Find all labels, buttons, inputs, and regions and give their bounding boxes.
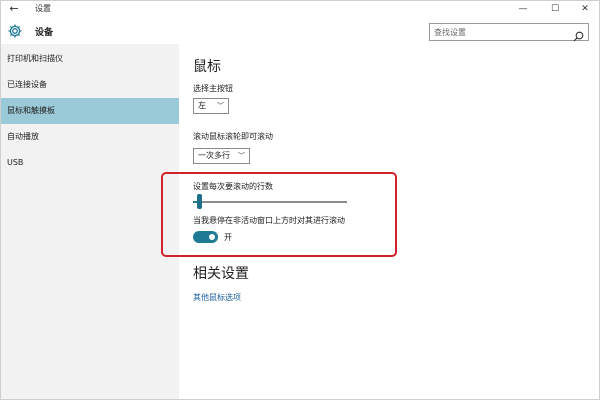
window-title: 设置 — [35, 4, 51, 13]
primary-button-value: 左 — [198, 101, 206, 110]
scroll-mode-label: 滚动鼠标滚轮即可滚动 — [193, 132, 273, 141]
minimize-button[interactable]: — — [509, 1, 537, 17]
gear-icon — [7, 23, 23, 39]
chevron-down-icon: ﹀ — [217, 102, 224, 110]
search-box[interactable] — [429, 23, 589, 42]
sidebar-item-printers[interactable]: 打印机和扫描仪 — [1, 46, 179, 72]
other-mouse-options-link[interactable]: 其他鼠标选项 — [193, 292, 241, 303]
inactive-scroll-state: 开 — [224, 233, 232, 242]
title-bar: ← 设置 — ☐ ✕ — [1, 1, 599, 17]
scroll-lines-slider-track[interactable] — [193, 201, 347, 203]
close-button[interactable]: ✕ — [571, 1, 599, 17]
search-icon[interactable] — [573, 27, 584, 42]
maximize-button[interactable]: ☐ — [541, 1, 569, 17]
back-arrow-icon[interactable]: ← — [7, 2, 21, 16]
page-title: 鼠标 — [193, 59, 221, 75]
scroll-lines-slider-thumb[interactable] — [197, 194, 203, 209]
sidebar: 打印机和扫描仪 已连接设备 鼠标和触摸板 自动播放 USB — [1, 44, 179, 399]
toggle-knob — [209, 234, 215, 240]
scroll-lines-label: 设置每次要滚动的行数 — [193, 182, 273, 191]
sidebar-item-usb[interactable]: USB — [1, 150, 179, 176]
scroll-mode-value: 一次多行 — [198, 151, 230, 160]
page-header-title: 设备 — [35, 28, 54, 38]
settings-window: ← 设置 — ☐ ✕ 设备 打印机和扫描仪 已连接设备 鼠标和触摸板 自动播放 — [0, 0, 600, 400]
inactive-scroll-label: 当我悬停在非活动窗口上方时对其进行滚动 — [193, 216, 345, 225]
sidebar-item-autoplay[interactable]: 自动播放 — [1, 124, 179, 150]
chevron-down-icon: ﹀ — [238, 152, 245, 160]
inactive-scroll-toggle[interactable] — [193, 231, 218, 243]
sidebar-item-connected-devices[interactable]: 已连接设备 — [1, 72, 179, 98]
search-input[interactable] — [434, 26, 564, 38]
related-settings-title: 相关设置 — [193, 266, 249, 282]
sidebar-item-mouse-touchpad[interactable]: 鼠标和触摸板 — [1, 98, 179, 124]
scroll-mode-dropdown[interactable]: 一次多行 ﹀ — [193, 148, 250, 164]
main-content: 鼠标 选择主按钮 左 ﹀ 滚动鼠标滚轮即可滚动 一次多行 ﹀ 设置每次要滚动的行… — [179, 44, 599, 399]
primary-button-dropdown[interactable]: 左 ﹀ — [193, 98, 229, 114]
primary-button-label: 选择主按钮 — [193, 84, 233, 93]
